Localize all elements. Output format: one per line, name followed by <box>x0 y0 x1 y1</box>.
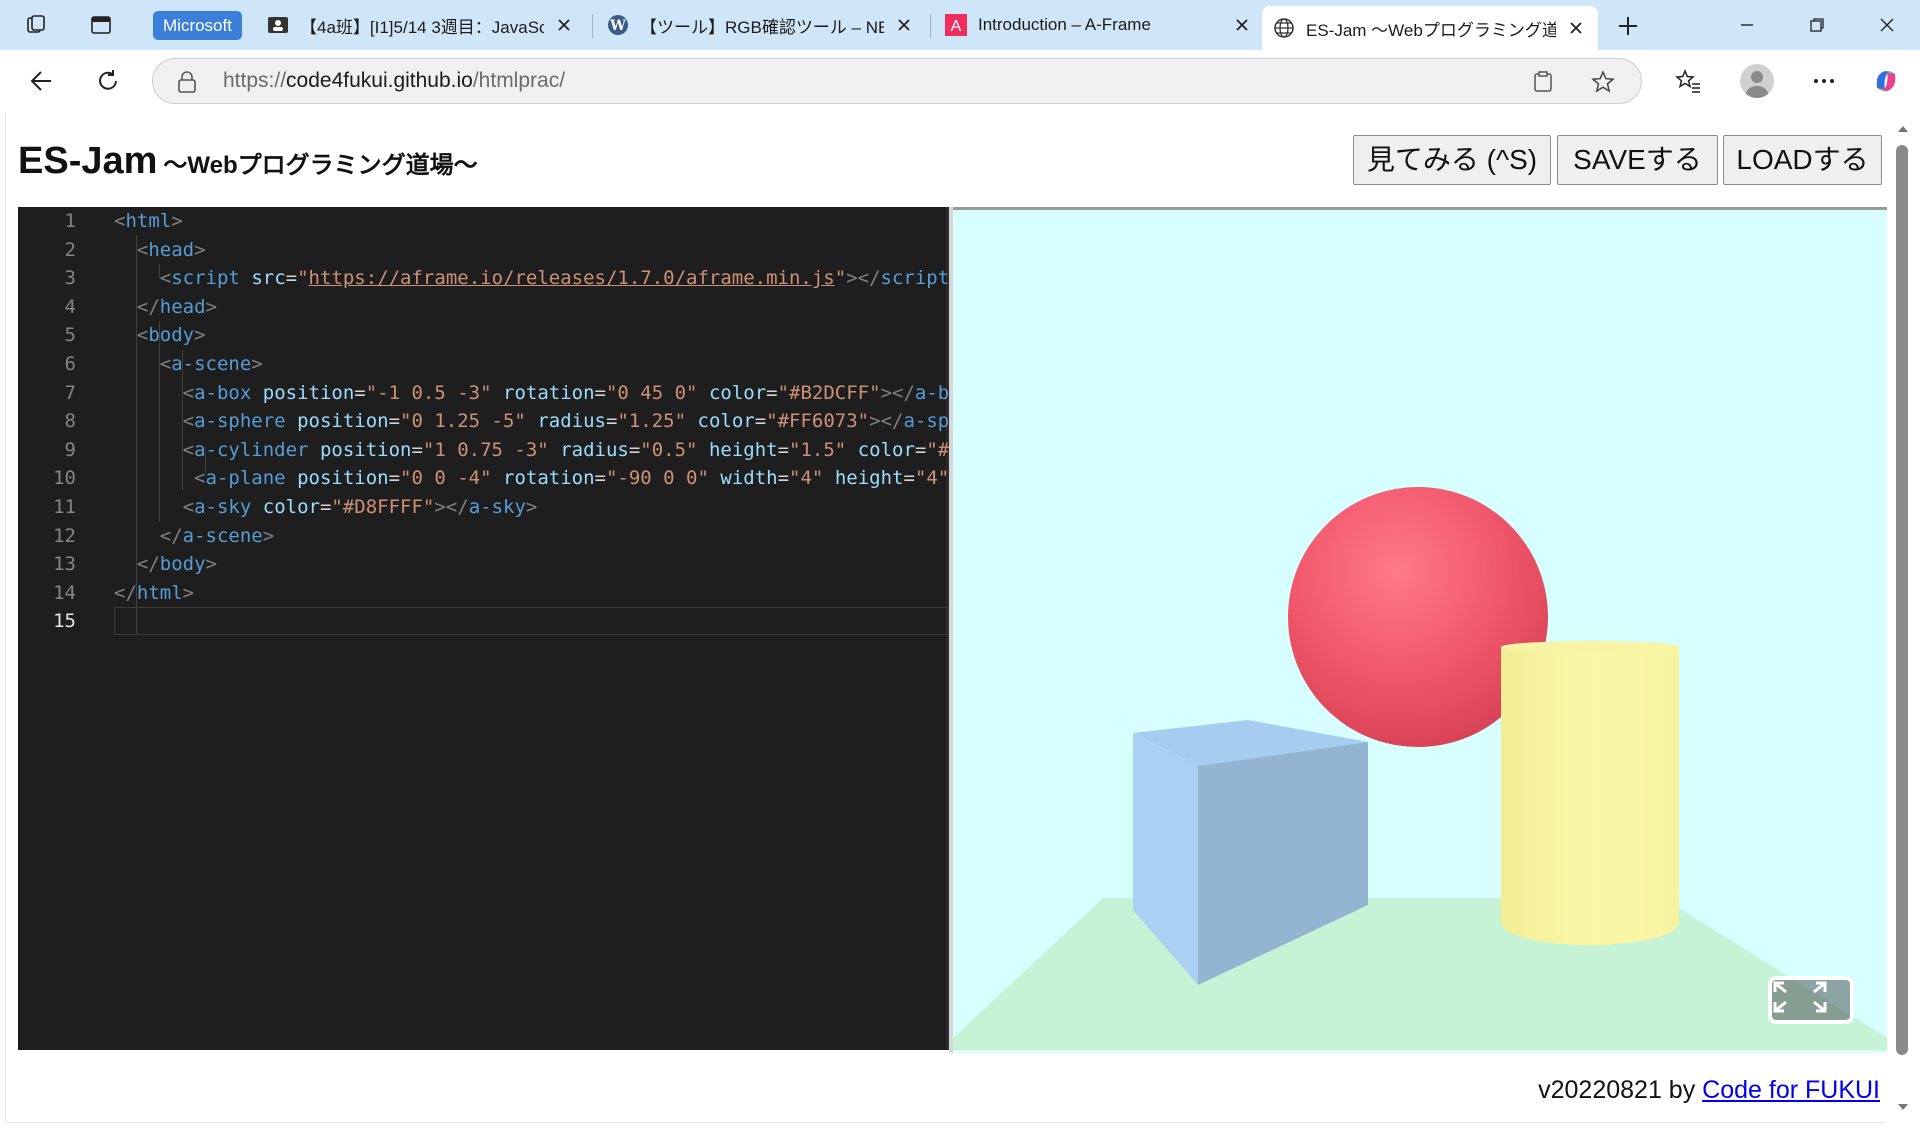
scrollbar-thumb[interactable] <box>1896 145 1908 1055</box>
tab-title: 【ツール】RGB確認ツール – NEMOTO <box>640 17 884 37</box>
lock-icon[interactable] <box>177 70 197 99</box>
fullscreen-vr-button[interactable] <box>1768 976 1854 1024</box>
vertical-tabs-icon[interactable] <box>84 8 118 42</box>
url-text[interactable]: https://code4fukui.github.io/htmlprac/ <box>223 59 565 103</box>
code-line: 10 <a-plane position="0 0 -4" rotation="… <box>53 467 949 490</box>
tab-strip: Microsoft 【4a班】[I1]5/14 3週目：JavaScript W… <box>0 0 1920 50</box>
profile-card-icon <box>266 13 290 37</box>
browser-toolbar: https://code4fukui.github.io/htmlprac/ <box>0 50 1920 112</box>
code-line: 1 <html> <box>64 210 183 232</box>
refresh-icon[interactable] <box>88 61 128 101</box>
more-options-icon[interactable] <box>1804 61 1844 101</box>
code-line: 6 <a-scene> <box>64 353 263 375</box>
favorite-star-icon[interactable] <box>1587 66 1619 98</box>
expand-icon <box>1773 981 1827 1013</box>
code-line: 12 </a-scene> <box>53 524 275 547</box>
view-button[interactable]: 見てみる (^S) <box>1353 135 1551 185</box>
code-for-fukui-link[interactable]: Code for FUKUI <box>1702 1076 1880 1104</box>
restore-icon[interactable] <box>1782 0 1852 50</box>
code-editor[interactable]: 1 <html> 2 <head> 3 <script src="https://… <box>18 207 949 1050</box>
code-line: 5 <body> <box>64 324 206 347</box>
aframe-icon: A <box>944 13 968 37</box>
code-line: 2 <head> <box>64 238 206 261</box>
workspaces-icon[interactable] <box>20 8 54 42</box>
scroll-down-icon[interactable] <box>1893 1096 1913 1118</box>
load-button[interactable]: LOADする <box>1723 135 1882 185</box>
aframe-preview[interactable] <box>953 207 1887 1053</box>
close-icon[interactable] <box>1230 13 1254 37</box>
svg-text:W: W <box>609 18 626 34</box>
scroll-up-icon[interactable] <box>1893 118 1913 140</box>
tab-4a-class[interactable]: 【4a班】[I1]5/14 3週目：JavaScript <box>256 6 586 44</box>
page-subtitle: 〜Webプログラミング道場〜 <box>163 152 478 179</box>
tab-es-jam[interactable]: ES-Jam 〜Webプログラミング道場〜 <box>1262 6 1598 50</box>
copilot-icon[interactable] <box>1866 61 1906 101</box>
code-line: 15 <box>53 610 76 633</box>
code-line: 4 </head> <box>64 295 217 318</box>
read-aloud-icon[interactable] <box>1527 66 1559 98</box>
tab-title: ES-Jam 〜Webプログラミング道場〜 <box>1306 20 1556 40</box>
page-title: ES-Jam 〜Webプログラミング道場〜 <box>18 140 478 182</box>
svg-text:A: A <box>951 18 962 35</box>
code-line: 8 <a-sphere position="0 1.25 -5" radius=… <box>64 410 949 433</box>
cylinder-top <box>1501 641 1679 653</box>
profile-avatar[interactable] <box>1740 64 1774 98</box>
tab-title: 【4a班】[I1]5/14 3週目：JavaScript <box>300 17 544 37</box>
new-tab-icon[interactable] <box>1610 8 1646 44</box>
code-line: 3 <script src="https://aframe.io/release… <box>64 267 949 290</box>
close-icon[interactable] <box>892 13 916 37</box>
cylinder <box>1501 647 1679 945</box>
code-line: 9 <a-cylinder position="1 0.75 -3" radiu… <box>64 438 949 461</box>
back-icon[interactable] <box>22 61 62 101</box>
code-line: 7 <a-box position="-1 0.5 -3" rotation="… <box>64 381 949 404</box>
code-line: 13 </body> <box>53 553 217 576</box>
code-line: 11 <a-sky color="#D8FFFF"></a-sky> <box>53 496 538 518</box>
tab-title: Introduction – A-Frame <box>978 15 1151 34</box>
footer: v20220821 by Code for FUKUI <box>1538 1076 1880 1104</box>
code-line: 14 </html> <box>53 581 195 604</box>
close-window-icon[interactable] <box>1852 0 1920 50</box>
scene-canvas[interactable] <box>953 210 1887 1053</box>
favorites-icon[interactable] <box>1668 61 1708 101</box>
close-icon[interactable] <box>1564 16 1588 40</box>
close-icon[interactable] <box>552 13 576 37</box>
browser-window: Microsoft 【4a班】[I1]5/14 3週目：JavaScript W… <box>0 0 1920 1128</box>
address-bar[interactable]: https://code4fukui.github.io/htmlprac/ <box>152 58 1642 104</box>
globe-icon <box>1272 16 1296 40</box>
tab-rgb-tool[interactable]: W 【ツール】RGB確認ツール – NEMOTO <box>596 6 926 44</box>
save-button[interactable]: SAVEする <box>1557 135 1718 185</box>
tab-aframe-intro[interactable]: A Introduction – A-Frame <box>934 6 1264 44</box>
tab-group-label[interactable]: Microsoft <box>153 11 242 40</box>
minimize-icon[interactable] <box>1712 0 1782 50</box>
wordpress-icon: W <box>606 13 630 37</box>
